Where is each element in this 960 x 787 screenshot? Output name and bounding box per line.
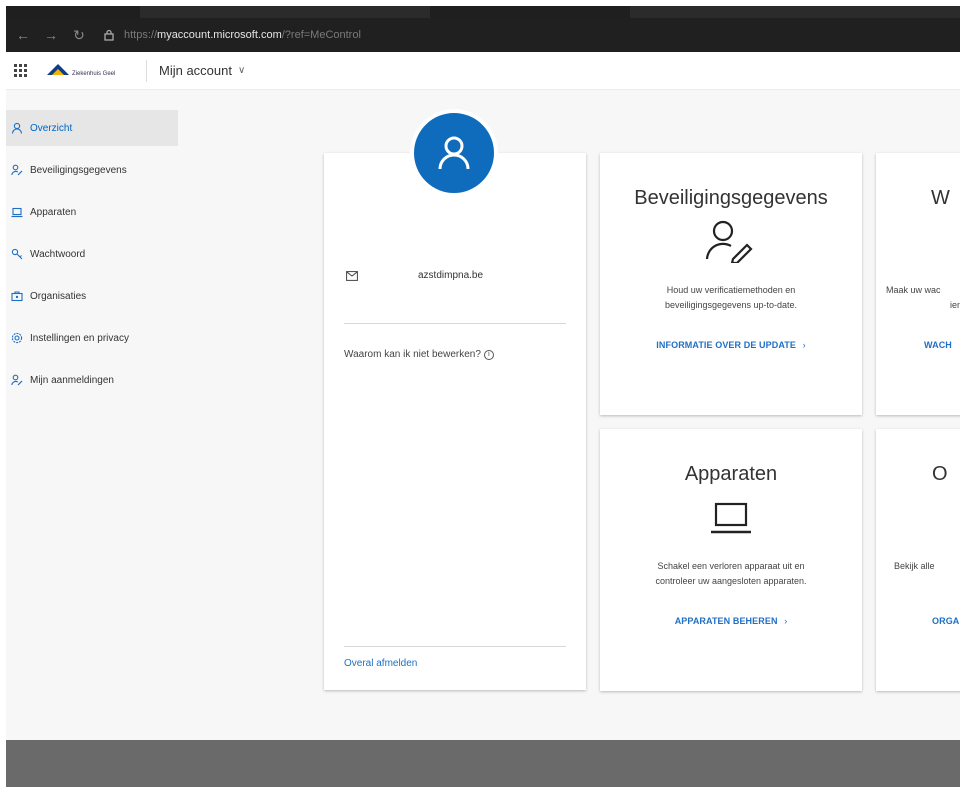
chevron-right-icon: › xyxy=(802,340,806,350)
url-scheme: https:// xyxy=(124,29,158,41)
avatar[interactable] xyxy=(410,109,498,197)
app-launcher-icon[interactable] xyxy=(14,63,28,78)
sidebar-item-organisaties[interactable]: Organisaties xyxy=(6,278,178,314)
email-address: azstdimpna.be xyxy=(418,270,484,281)
tile-description: Maak uw wac ien xyxy=(886,283,960,313)
manage-devices-link[interactable]: APPARATEN BEHEREN › xyxy=(600,616,862,626)
header-divider xyxy=(146,59,147,82)
main-content: azstdimpna.be Waarom kan ik niet bewerke… xyxy=(178,90,960,740)
organizations-link[interactable]: ORGA xyxy=(932,616,960,626)
my-account-dropdown[interactable]: Mijn account ∨ xyxy=(159,63,245,78)
divider xyxy=(344,646,566,647)
tab-strip xyxy=(6,6,960,18)
tile-description: Schakel een verloren apparaat uit en con… xyxy=(600,559,862,589)
sign-out-everywhere-link[interactable]: Overal afmelden xyxy=(344,658,417,669)
tile-description-line: ien xyxy=(950,300,960,310)
tile-title: W xyxy=(931,187,950,209)
sidebar-item-label: Instellingen en privacy xyxy=(30,332,129,344)
url-host: myaccount.microsoft.com xyxy=(157,29,282,41)
mail-icon xyxy=(346,270,358,281)
url-text[interactable]: https://myaccount.microsoft.com/?ref=MeC… xyxy=(124,29,361,41)
tile-description-line: controleer uw aangesloten apparaten. xyxy=(655,576,807,586)
address-bar: ← → ↻ https://myaccount.microsoft.com/?r… xyxy=(6,18,960,52)
sidebar-item-beveiligingsgegevens[interactable]: Beveiligingsgegevens xyxy=(6,152,178,188)
gear-icon xyxy=(10,331,24,345)
update-info-link[interactable]: INFORMATIE OVER DE UPDATE › xyxy=(600,340,862,350)
why-cant-edit-label: Waarom kan ik niet bewerken? xyxy=(344,349,481,360)
key-icon xyxy=(10,247,24,261)
tile-description-line: Houd uw verificatiemethoden en xyxy=(666,285,796,295)
logo-text: Ziekenhuis Geel xyxy=(72,70,116,77)
back-button[interactable]: ← xyxy=(12,24,34,46)
laptop-icon xyxy=(711,502,751,534)
sidebar-item-mijn-aanmeldingen[interactable]: Mijn aanmeldingen xyxy=(6,362,178,398)
tile-description-line: beveiligingsgegevens up-to-date. xyxy=(664,300,798,310)
app-header: Ziekenhuis Geel Mijn account ∨ xyxy=(6,52,960,90)
briefcase-icon xyxy=(10,289,24,303)
profile-card: azstdimpna.be Waarom kan ik niet bewerke… xyxy=(324,109,586,690)
browser-tab[interactable] xyxy=(630,6,960,18)
sidebar-item-apparaten[interactable]: Apparaten xyxy=(6,194,178,230)
password-link[interactable]: WACH xyxy=(924,340,960,350)
url-path: /?ref=MeControl xyxy=(281,29,361,41)
info-icon[interactable]: i xyxy=(483,349,494,360)
laptop-icon xyxy=(10,205,24,219)
sidebar-item-overzicht[interactable]: Overzicht xyxy=(6,110,178,146)
sidebar: Overzicht Beveiligingsgegevens Apparaten… xyxy=(6,90,178,740)
tile-title: Beveiligingsgegevens xyxy=(634,187,828,209)
sidebar-item-label: Organisaties xyxy=(30,290,87,302)
person-key-icon xyxy=(10,373,24,387)
sidebar-item-label: Beveiligingsgegevens xyxy=(30,164,127,176)
why-cant-edit[interactable]: Waarom kan ik niet bewerken? i xyxy=(344,349,494,360)
tile-title: O xyxy=(932,463,948,485)
sidebar-item-label: Wachtwoord xyxy=(30,248,86,260)
divider xyxy=(344,323,566,324)
email-row: azstdimpna.be xyxy=(346,270,566,281)
person-icon xyxy=(438,136,470,170)
sidebar-item-wachtwoord[interactable]: Wachtwoord xyxy=(6,236,178,272)
my-account-label: Mijn account xyxy=(159,63,232,78)
chevron-down-icon: ∨ xyxy=(237,65,246,76)
footer-bar xyxy=(6,740,960,787)
logo-mark-icon xyxy=(47,63,69,75)
browser-tab[interactable] xyxy=(140,6,430,18)
organization-logo[interactable]: Ziekenhuis Geel xyxy=(46,59,138,83)
organizations-tile: O Bekijk alle ORGA xyxy=(876,429,960,691)
browser-window: ← → ↻ https://myaccount.microsoft.com/?r… xyxy=(6,6,960,787)
sidebar-item-label: Overzicht xyxy=(30,122,73,134)
forward-button[interactable]: → xyxy=(40,24,62,46)
reload-button[interactable]: ↻ xyxy=(68,24,90,46)
tile-description: Bekijk alle xyxy=(894,559,960,574)
update-info-link-label: INFORMATIE OVER DE UPDATE xyxy=(656,340,796,350)
tile-title: Apparaten xyxy=(684,463,778,485)
tile-description-line: Schakel een verloren apparaat uit en xyxy=(657,561,805,571)
person-icon xyxy=(10,121,24,135)
person-edit-icon xyxy=(705,220,753,263)
person-key-icon xyxy=(10,163,24,177)
sidebar-item-instellingen[interactable]: Instellingen en privacy xyxy=(6,320,178,356)
lock-icon[interactable] xyxy=(102,28,116,42)
sidebar-item-label: Mijn aanmeldingen xyxy=(30,374,114,386)
devices-tile: Apparaten Schakel een verloren apparaat … xyxy=(600,429,862,691)
chevron-right-icon: › xyxy=(784,616,788,626)
password-tile: W Maak uw wac ien WACH xyxy=(876,153,960,415)
manage-devices-link-label: APPARATEN BEHEREN xyxy=(674,616,778,626)
sidebar-item-label: Apparaten xyxy=(30,206,77,218)
tile-description: Houd uw verificatiemethoden en beveiligi… xyxy=(600,283,862,313)
tile-description-line: Maak uw wac xyxy=(886,285,941,295)
security-info-tile: Beveiligingsgegevens Houd uw verificatie… xyxy=(600,153,862,415)
tile-description-line: Bekijk alle xyxy=(894,561,935,571)
